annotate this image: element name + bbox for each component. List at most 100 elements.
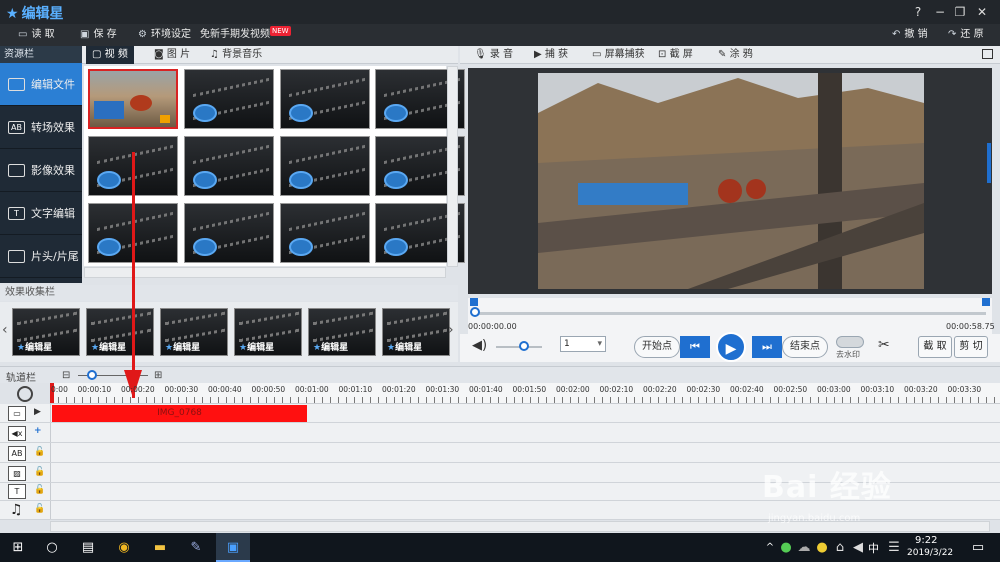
capture-button[interactable]: ▶ 捕 获 <box>534 46 568 64</box>
maximize-button[interactable]: ❐ <box>952 4 968 20</box>
clock-icon <box>17 386 33 402</box>
ab-icon: AB <box>8 446 26 461</box>
help-button[interactable]: ? <box>910 4 926 20</box>
task-view-icon[interactable]: ▤ <box>80 540 96 556</box>
speaker-icon[interactable]: ◀) <box>472 338 487 353</box>
scrubber-handle[interactable] <box>470 307 480 317</box>
next-button[interactable]: ⏭ <box>752 336 782 358</box>
close-button[interactable]: ✕ <box>974 4 990 20</box>
env-settings-menu[interactable]: ⚙ 环境设定 <box>138 27 191 43</box>
lock-icon[interactable]: 🔓 <box>34 485 45 495</box>
effect-item[interactable]: ★编辑星 <box>12 308 80 356</box>
lock-icon[interactable]: 🔓 <box>34 447 45 457</box>
screenshot-button[interactable]: ⊡ 截 屏 <box>658 46 693 64</box>
media-thumb[interactable] <box>184 69 274 129</box>
media-thumb[interactable] <box>184 203 274 263</box>
wechat-icon[interactable]: ● <box>778 540 794 556</box>
paint-icon[interactable]: ✎ <box>188 540 204 556</box>
windows-start-icon[interactable]: ⊞ <box>10 540 26 556</box>
notification-icon[interactable]: ▭ <box>970 540 986 556</box>
search-icon[interactable]: ○ <box>44 540 60 556</box>
start-point-button[interactable]: 开始点 <box>634 336 680 358</box>
chevron-right-icon[interactable]: › <box>448 322 454 338</box>
redo-menu[interactable]: ↷ 还 原 <box>948 27 984 43</box>
fullscreen-icon[interactable] <box>982 49 993 59</box>
input-method-icon[interactable]: ☰ <box>886 540 902 556</box>
chevron-up-icon[interactable]: ^ <box>762 540 778 556</box>
lock-icon[interactable]: 🔓 <box>34 504 45 514</box>
timeline-tick-labels: 0:00 00:00:10 00:00:20 00:00:30 00:00:40 00:0… <box>50 383 1000 397</box>
expand-track-icon[interactable]: ▶ <box>34 407 41 417</box>
record-audio-button[interactable]: 🎙 录 音 <box>474 46 513 64</box>
clock-time[interactable]: 9:22 <box>915 535 937 546</box>
effect-item[interactable]: ★编辑星 <box>382 308 450 356</box>
cloud-icon[interactable]: ☁ <box>796 540 812 556</box>
volume-handle[interactable] <box>518 341 529 351</box>
film-strip-icon <box>387 311 447 343</box>
preview-scrollbar[interactable] <box>987 143 991 183</box>
trim-button[interactable]: 剪 切 <box>954 336 988 358</box>
tray-app-icon[interactable]: ● <box>814 540 830 556</box>
add-track-icon[interactable]: + <box>34 426 42 436</box>
sidebar-item-titles[interactable]: 片头/片尾 <box>0 235 82 278</box>
ime-indicator[interactable]: 中 <box>868 540 879 556</box>
media-vertical-scrollbar[interactable] <box>447 66 458 267</box>
file-explorer-icon[interactable]: ▬ <box>152 540 168 556</box>
microphone-icon: 🎙 <box>474 49 490 60</box>
cut-button[interactable]: 截 取 <box>918 336 952 358</box>
media-grid <box>84 66 465 266</box>
save-menu[interactable]: ▣ 保 存 <box>80 27 117 43</box>
editor-taskbar-button[interactable]: ▣ <box>216 533 250 562</box>
chevron-left-icon[interactable]: ‹ <box>2 322 8 338</box>
volume-icon[interactable]: ◀ <box>850 540 866 556</box>
tab-video[interactable]: ▢ 视 频 <box>86 46 134 64</box>
clock-date[interactable]: 2019/3/22 <box>907 548 953 558</box>
free-video-menu[interactable]: 免新手期发视频 <box>200 27 270 43</box>
tick-label: 00:00:10 <box>77 385 112 394</box>
network-icon[interactable]: ⌂ <box>832 540 848 556</box>
undo-menu[interactable]: ↶ 撤 销 <box>892 27 928 43</box>
effects-strip: ‹ ★编辑星 ★编辑星 ★编辑星 ★编辑星 ★编辑星 ★编辑星 › <box>0 302 458 362</box>
audio-track: ◀x + <box>0 424 1000 443</box>
text-icon: T <box>8 484 26 499</box>
end-point-button[interactable]: 结束点 <box>782 336 828 358</box>
effect-item[interactable]: ★编辑星 <box>308 308 376 356</box>
previous-button[interactable]: ⏮ <box>680 336 710 358</box>
media-thumb[interactable] <box>184 136 274 196</box>
zoom-handle[interactable] <box>87 370 97 380</box>
sidebar-item-edit-file[interactable]: 编辑文件 <box>0 63 82 106</box>
media-thumb[interactable] <box>280 136 370 196</box>
effect-item[interactable]: ★编辑星 <box>234 308 302 356</box>
end-marker-icon[interactable] <box>982 298 990 306</box>
lock-icon[interactable]: 🔓 <box>34 467 45 477</box>
tab-music[interactable]: ♫ 背景音乐 <box>204 46 268 64</box>
chrome-icon[interactable]: ◉ <box>116 540 132 556</box>
tick-label: 00:01:00 <box>295 385 329 394</box>
scissors-icon[interactable]: ✂ <box>878 337 890 353</box>
effect-item[interactable]: ★编辑星 <box>86 308 154 356</box>
media-thumb[interactable] <box>280 203 370 263</box>
sidebar-item-transition[interactable]: AB 转场效果 <box>0 106 82 149</box>
watermark-toggle[interactable] <box>836 336 864 348</box>
media-thumb-selected[interactable] <box>88 69 178 129</box>
play-button[interactable]: ▶ <box>716 332 746 362</box>
screen-capture-button[interactable]: ▭ 屏幕捕获 <box>592 46 645 64</box>
tick-label: 00:02:20 <box>643 385 677 394</box>
doodle-button[interactable]: ✎ 涂 鸦 <box>718 46 753 64</box>
sidebar-item-text-edit[interactable]: T 文字编辑 <box>0 192 82 235</box>
open-menu[interactable]: ▭ 读 取 <box>18 27 55 43</box>
sidebar-item-image-effect[interactable]: 影像效果 <box>0 149 82 192</box>
start-marker-icon[interactable] <box>470 298 478 306</box>
tab-photo[interactable]: ◙ 图 片 <box>148 46 196 64</box>
video-clip[interactable]: IMG_0768 <box>52 405 307 422</box>
media-thumb[interactable] <box>280 69 370 129</box>
effect-item[interactable]: ★编辑星 <box>160 308 228 356</box>
zoom-in-icon[interactable]: ⊞ <box>154 370 162 381</box>
tick-label: 00:01:30 <box>425 385 460 394</box>
media-horizontal-scrollbar[interactable] <box>84 267 446 278</box>
mute-icon[interactable]: ◀x <box>8 426 26 441</box>
speed-select[interactable]: 1 ▾ <box>560 336 606 352</box>
minimize-button[interactable]: − <box>932 4 948 20</box>
camera-logo-icon <box>193 104 217 122</box>
zoom-out-icon[interactable]: ⊟ <box>62 370 70 381</box>
